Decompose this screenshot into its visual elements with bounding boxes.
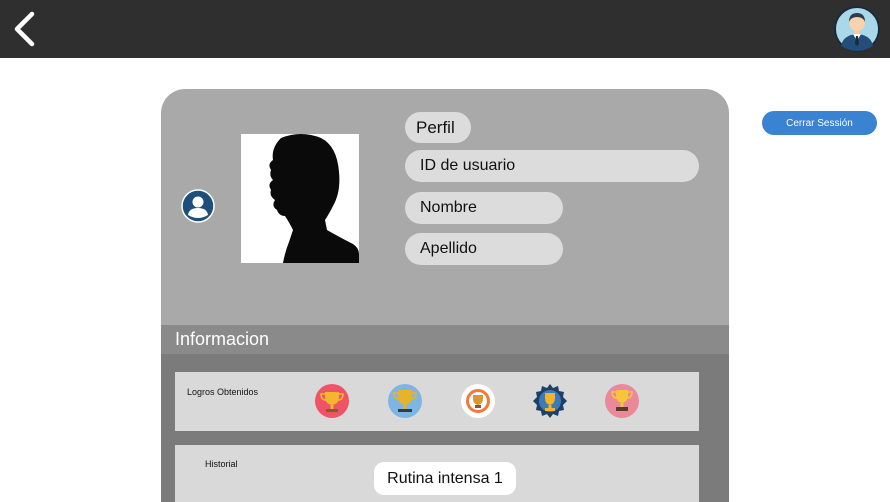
history-panel: Historial Rutina intensa 1: [175, 445, 699, 502]
lastname-field[interactable]: Apellido: [405, 233, 563, 265]
user-circle-icon[interactable]: [181, 189, 215, 223]
trophy-blue-badge[interactable]: [388, 384, 422, 418]
history-item[interactable]: Rutina intensa 1: [374, 462, 516, 495]
trophy-white-badge[interactable]: [461, 384, 495, 418]
profile-card: Perfil ID de usuario Nombre Apellido Inf…: [161, 89, 729, 502]
name-field[interactable]: Nombre: [405, 192, 563, 224]
chevron-left-icon: [14, 11, 35, 47]
achievements-panel: Logros Obtenidos: [175, 372, 699, 431]
user-avatar-button[interactable]: [834, 6, 880, 52]
trophy-red-badge[interactable]: [315, 384, 349, 418]
info-section-body: Logros Obtenidos Historial Rutina intens…: [161, 354, 729, 502]
trophy-pink-badge[interactable]: [605, 384, 639, 418]
user-id-field[interactable]: ID de usuario: [405, 150, 699, 182]
user-avatar-icon: [834, 6, 880, 52]
profile-title: Perfil: [405, 112, 471, 143]
info-title-text: Informacion: [175, 329, 270, 349]
top-bar: [0, 0, 890, 58]
info-section-title: Informacion: [161, 325, 729, 354]
back-button[interactable]: [8, 8, 42, 50]
achievements-label: Logros Obtenidos: [187, 387, 259, 397]
user-circle-icon-graphic: [181, 189, 215, 223]
logout-button[interactable]: Cerrar Sessión: [762, 111, 877, 135]
person-silhouette-image: [241, 134, 359, 263]
profile-photo: [241, 134, 359, 263]
trophy-seal-badge[interactable]: [533, 384, 567, 418]
history-label: Historial: [205, 459, 238, 469]
